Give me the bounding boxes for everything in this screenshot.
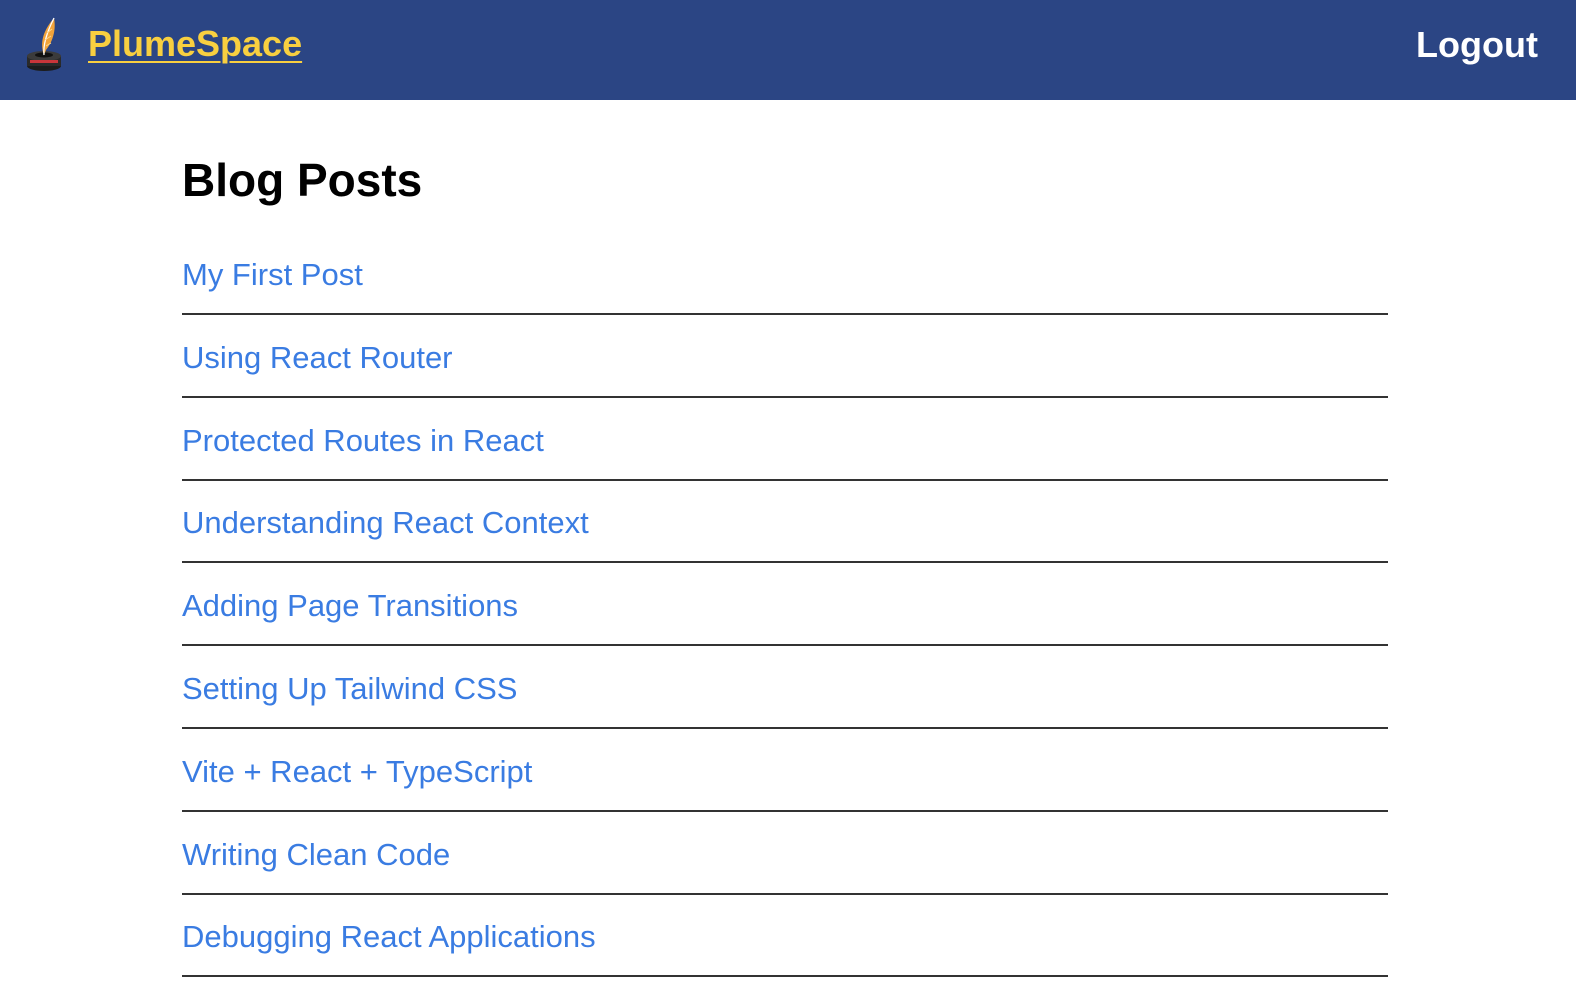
list-item: Understanding React Context xyxy=(182,481,1388,564)
logout-button[interactable]: Logout xyxy=(1416,22,1538,68)
post-link[interactable]: Using React Router xyxy=(182,338,453,378)
list-item: Debugging React Applications xyxy=(182,895,1388,978)
list-item: Using React Router xyxy=(182,316,1388,398)
post-link[interactable]: Writing Clean Code xyxy=(182,835,450,875)
post-link[interactable]: Debugging React Applications xyxy=(182,917,596,957)
brand-link[interactable]: PlumeSpace xyxy=(24,16,302,72)
post-link[interactable]: Adding Page Transitions xyxy=(182,586,518,626)
page-title: Blog Posts xyxy=(182,154,423,206)
list-item: My First Post xyxy=(182,233,1388,315)
post-link[interactable]: Understanding React Context xyxy=(182,503,589,543)
top-navbar: PlumeSpace Logout xyxy=(0,0,1576,100)
main-content: Blog Posts My First Post Using React Rou… xyxy=(182,152,1388,993)
brand-name[interactable]: PlumeSpace xyxy=(88,16,302,72)
list-item: Vite + React + TypeScript xyxy=(182,730,1388,812)
quill-inkwell-icon xyxy=(27,17,61,71)
list-item: Writing Clean Code xyxy=(182,813,1388,895)
list-item: Setting Up Tailwind CSS xyxy=(182,647,1388,729)
list-item: Adding Page Transitions xyxy=(182,564,1388,647)
post-list: My First Post Using React Router Protect… xyxy=(182,233,1388,978)
post-link[interactable]: Vite + React + TypeScript xyxy=(182,752,532,792)
post-link[interactable]: Setting Up Tailwind CSS xyxy=(182,669,517,709)
post-link[interactable]: My First Post xyxy=(182,255,363,295)
post-link[interactable]: Protected Routes in React xyxy=(182,421,544,461)
list-item: Protected Routes in React xyxy=(182,399,1388,481)
